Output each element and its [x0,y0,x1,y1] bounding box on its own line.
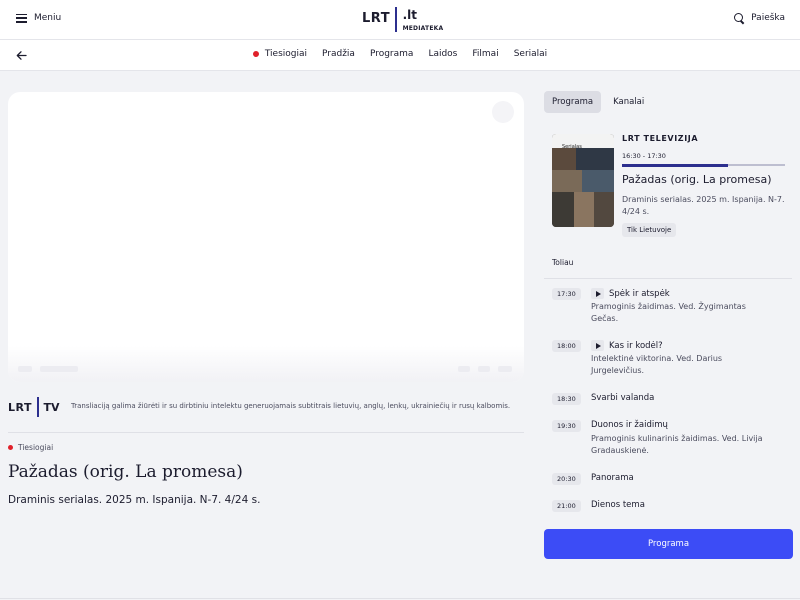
broadcast-progress-fill [622,163,728,167]
search-label: Paieška [751,13,785,23]
schedule-time: 17:30 [552,288,581,300]
now-playing-card[interactable]: Serialas LRT TELEVIZIJA 16:30 - 17:30 Pa… [544,125,792,247]
hamburger-icon [16,13,27,23]
channel-logo-divider [37,397,39,417]
live-badge: Tiesiogiai [8,443,53,452]
live-label: Tiesiogiai [18,443,54,452]
nav-links: Tiesiogiai Pradžia Programa Laidos Filma… [0,49,800,59]
channel-logo: LRT TV [8,397,60,417]
settings-control[interactable] [478,366,490,372]
show-thumbnail: Serialas [552,134,614,227]
schedule-time: 18:30 [552,393,581,405]
live-dot-icon [252,51,259,57]
section-nav: Tiesiogiai Pradžia Programa Laidos Filma… [0,40,800,71]
play-pause-control[interactable] [18,366,32,372]
logo-lt: .lt [402,8,417,22]
player-controls-bar [8,346,524,382]
logo-mediateka: MEDIATEKA [402,25,444,32]
schedule-title: Duonos ir žaidimų [591,420,668,430]
play-icon[interactable] [591,288,604,299]
page-title: Pažadas (orig. La promesa) [8,462,243,482]
sidebar-tabs: Programa Kanalai [544,91,652,113]
next-label: Toliau [552,258,574,267]
channel-logo-lrt: LRT [8,400,32,414]
schedule-description: Pramoginis kulinarinis žaidimas. Ved. Li… [591,434,763,455]
nav-item-label: Tiesiogiai [264,49,307,59]
schedule-time: 21:00 [552,500,581,512]
tab-programa[interactable]: Programa [544,91,602,113]
schedule-time: 19:30 [552,420,581,432]
ai-subtitles-note: Transliaciją galima žiūrėti ir su dirbti… [71,402,511,410]
schedule-time: 20:30 [552,473,581,485]
nav-item-laidos[interactable]: Laidos [428,49,457,59]
channel-name: LRT TELEVIZIJA [622,134,699,143]
broadcast-progress [622,163,785,167]
schedule-title: Svarbi valanda [591,393,655,403]
nav-item-programa[interactable]: Programa [370,49,414,59]
now-title: Pažadas (orig. La promesa) [622,173,772,186]
divider [8,432,524,433]
logo-divider [395,7,397,32]
nav-item-serialai[interactable]: Serialai [514,49,547,59]
menu-label: Meniu [34,13,62,23]
schedule-title: Spėk ir atspėk [609,288,670,299]
fullscreen-control[interactable] [498,366,512,372]
channel-logo-tv: TV [43,400,60,414]
live-dot-icon [8,445,13,450]
subtitles-control[interactable] [458,366,470,372]
play-icon[interactable] [591,340,604,351]
volume-control[interactable] [40,366,78,372]
search-icon [734,13,744,23]
geo-restriction-badge: Tik Lietuvoje [622,223,677,237]
tab-kanalai[interactable]: Kanalai [605,91,652,113]
divider [0,598,800,599]
schedule-description: Pramoginis žaidimas. Ved. Žygimantas Geč… [591,302,746,323]
video-player[interactable] [8,92,524,382]
search-button[interactable]: Paieška [734,13,785,23]
schedule-title: Kas ir kodėl? [609,340,663,351]
show-description: Draminis serialas. 2025 m. Ispanija. N-7… [8,494,261,506]
divider [544,278,792,279]
menu-button[interactable]: Meniu [16,13,61,23]
now-description: Draminis serialas. 2025 m. Ispanija. N-7… [622,195,785,216]
top-header: Meniu LRT .lt MEDIATEKA Paieška [0,0,800,40]
player-overlay-button[interactable] [492,101,514,123]
schedule-title: Dienos tema [591,500,645,510]
schedule-title: Panorama [591,473,634,483]
schedule-description: Intelektinė viktorina. Ved. Darius Jurge… [591,354,723,375]
mediateka-logo[interactable]: LRT .lt MEDIATEKA [362,7,443,33]
now-time-range: 16:30 - 17:30 [622,152,666,160]
logo-lrt: LRT [362,11,391,26]
nav-item-filmai[interactable]: Filmai [472,49,498,59]
thumbnail-label: Serialas [562,144,582,150]
nav-item-pradzia[interactable]: Pradžia [322,49,355,59]
nav-item-tiesiogiai[interactable]: Tiesiogiai [252,49,307,59]
schedule-time: 18:00 [552,340,581,352]
program-button[interactable]: Programa [544,529,793,559]
